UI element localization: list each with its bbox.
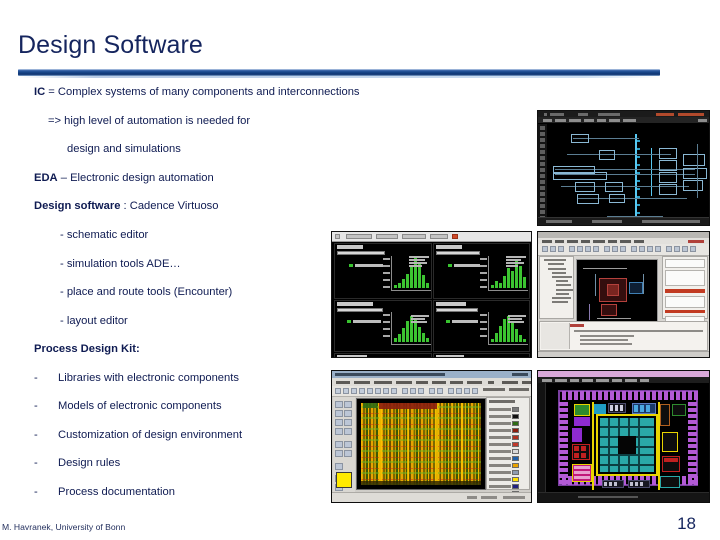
schematic-canvas[interactable] <box>547 124 708 218</box>
encounter-toolbar[interactable] <box>332 386 531 397</box>
plot-title-bar <box>436 245 462 249</box>
plot-statistics-box <box>508 315 529 327</box>
pdk-item-documentation-text: Process documentation <box>58 485 175 498</box>
routed-die-view <box>361 403 481 485</box>
pdk-heading-label: Process Design Kit: <box>34 343 140 356</box>
pdk-item-design-rules: - Design rules <box>0 457 330 470</box>
bullet-automation-need: => high level of automation is needed fo… <box>0 115 330 128</box>
encounter-layer-legend[interactable] <box>486 397 530 496</box>
automation-need-text: => high level of automation is needed fo… <box>48 114 251 127</box>
ade-histogram-plot-2[interactable] <box>433 243 530 299</box>
ic-text: = Complex systems of many components and… <box>45 86 360 98</box>
encounter-place-and-route-screenshot <box>331 370 532 503</box>
design-software-label: Design software <box>34 200 121 213</box>
bullet-ic-definition: IC = Complex systems of many components … <box>0 86 360 99</box>
tool-item-schematic-editor: - schematic editor <box>60 228 149 241</box>
dash-bullet-icon: - <box>34 485 38 498</box>
dash-bullet-icon: - <box>34 457 38 470</box>
plot-title-bar <box>337 355 367 357</box>
chip-statusbar <box>538 492 709 502</box>
chip-menubar[interactable] <box>538 377 709 383</box>
slide-body: IC = Complex systems of many components … <box>0 86 360 514</box>
tool-item-layout-editor: - layout editor <box>60 314 128 327</box>
layout-canvas[interactable] <box>576 259 658 327</box>
ic-label: IC <box>34 86 46 98</box>
encounter-minimap[interactable] <box>336 472 352 488</box>
page-title: Design Software <box>18 31 203 59</box>
eda-label: EDA <box>34 171 58 184</box>
ade-toolbar[interactable] <box>332 232 531 242</box>
design-software-text: : Cadence Virtuoso <box>120 200 219 213</box>
pdk-item-libraries-text: Libraries with electronic components <box>58 371 239 384</box>
bullet-eda-definition: EDA – Electronic design automation <box>0 172 330 185</box>
full-chip-layout-screenshot <box>537 370 710 503</box>
ade-line-plot-2[interactable] <box>433 353 530 357</box>
pdk-item-libraries: - Libraries with electronic components <box>0 372 330 385</box>
ade-simulation-results-screenshot <box>331 231 532 358</box>
layout-log-panel[interactable] <box>539 321 708 351</box>
layout-side-panels[interactable] <box>662 256 708 344</box>
pdk-item-models-text: Models of electronic components <box>58 400 222 413</box>
virtuoso-schematic-editor-screenshot <box>537 110 710 226</box>
encounter-floorplan-canvas[interactable] <box>356 398 486 490</box>
chip-layout-canvas[interactable] <box>546 384 708 492</box>
ade-histogram-plot-3[interactable] <box>334 300 432 352</box>
bullet-design-software: Design software : Cadence Virtuoso <box>0 200 330 213</box>
dash-bullet-icon: - <box>34 400 38 413</box>
pdk-heading: Process Design Kit: <box>0 343 330 356</box>
chip-tool-rail[interactable] <box>538 383 546 492</box>
plot-statistics-box <box>409 256 431 268</box>
layout-statusbar <box>538 351 709 357</box>
pdk-item-models: - Models of electronic components <box>0 400 330 413</box>
dash-bullet-icon: - <box>34 371 38 384</box>
footer-attribution: M. Havranek, University of Bonn <box>2 522 126 532</box>
tool-item-simulation-tools: - simulation tools ADE… <box>60 257 181 270</box>
pdk-item-documentation: - Process documentation <box>0 486 330 499</box>
plot-statistics-box <box>506 256 528 268</box>
dash-bullet-icon: - <box>34 428 38 441</box>
title-divider <box>18 69 660 78</box>
design-and-simulations-text: design and simulations <box>67 143 181 156</box>
schematic-menubar <box>538 117 709 123</box>
layout-toolbar[interactable] <box>538 244 709 256</box>
ade-histogram-plot-1[interactable] <box>334 243 432 299</box>
plot-title-bar <box>436 355 464 357</box>
layout-navigator-tree[interactable] <box>539 256 574 319</box>
bullet-design-and-simulations: design and simulations <box>0 143 330 156</box>
plot-title-bar <box>436 302 466 306</box>
eda-text: – Electronic design automation <box>57 171 214 184</box>
pdk-item-design-rules-text: Design rules <box>58 457 121 470</box>
ade-line-plot-1[interactable] <box>334 353 432 357</box>
plot-title-bar <box>337 302 373 306</box>
virtuoso-layout-editor-screenshot <box>537 231 710 358</box>
ade-histogram-plot-4[interactable] <box>433 300 530 352</box>
tool-item-place-and-route: - place and route tools (Encounter) <box>60 286 233 299</box>
schematic-statusbar <box>538 217 709 225</box>
pdk-item-customization-text: Customization of design environment <box>58 428 243 441</box>
page-number: 18 <box>677 514 696 533</box>
plot-statistics-box <box>411 315 431 327</box>
encounter-statusbar <box>332 492 531 502</box>
plot-title-bar <box>337 245 363 249</box>
pdk-item-customization: - Customization of design environment <box>0 429 330 442</box>
